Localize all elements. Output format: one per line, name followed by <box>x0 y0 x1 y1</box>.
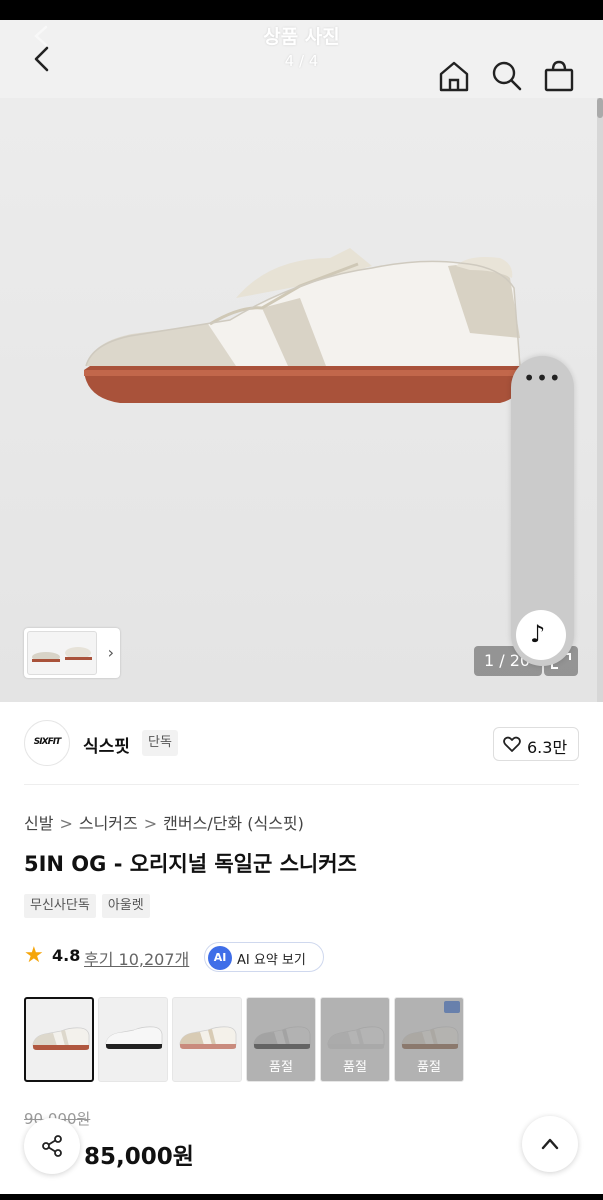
like-count: 6.3만 <box>527 738 568 757</box>
brand-row: SIXFIT 식스핏 단독 6.3만 <box>0 702 603 784</box>
chevron-right-icon: > <box>143 814 158 833</box>
breadcrumb-item[interactable]: 캔버스/단화 (식스핏) <box>163 814 304 833</box>
top-navigation-bar: 상품 사진 4 / 4 <box>0 20 603 98</box>
search-icon[interactable] <box>489 58 525 94</box>
product-image-gallery[interactable]: › 1 / 20 ••• ♪ <box>0 98 603 702</box>
scrollbar-track[interactable] <box>597 98 603 702</box>
music-button[interactable]: ♪ <box>516 610 566 660</box>
bottom-bar <box>0 1194 603 1200</box>
color-option[interactable]: 품절 <box>246 997 316 1082</box>
color-options: 품절 품절 품절 <box>24 997 464 1082</box>
page-title: 상품 사진 <box>263 26 340 48</box>
brand-exclusive-tag: 단독 <box>142 730 178 756</box>
brand-logo-text: SIXFIT <box>33 737 61 747</box>
tag-outlet: 아울렛 <box>101 894 150 918</box>
music-note-icon: ♪ <box>530 620 546 648</box>
more-icon[interactable]: ••• <box>511 366 574 390</box>
bag-icon[interactable] <box>541 58 577 94</box>
share-button[interactable] <box>24 1118 80 1174</box>
sold-out-label: 품절 <box>343 1060 367 1075</box>
sale-price: 85,000원 <box>84 1144 194 1170</box>
like-button[interactable]: 6.3만 <box>493 727 579 761</box>
chevron-up-icon <box>541 1138 559 1150</box>
thumbnail-strip[interactable]: › <box>24 628 120 678</box>
tag-exclusive: 무신사단독 <box>24 894 96 918</box>
breadcrumb-item[interactable]: 신발 <box>24 814 53 833</box>
rating-value: 4.8 <box>52 946 81 965</box>
chevron-right-icon: > <box>59 814 73 833</box>
sold-out-label: 품절 <box>417 1060 441 1075</box>
product-tags: 무신사단독 아울렛 <box>24 894 150 918</box>
rating-row: ★ 4.8 후기 10,207개 AI AI 요약 보기 <box>24 942 584 972</box>
chevron-right-icon[interactable]: › <box>108 643 114 662</box>
ai-summary-button[interactable]: AI AI 요약 보기 <box>204 942 324 972</box>
sold-out-label: 품절 <box>269 1060 293 1075</box>
review-count-link[interactable]: 후기 10,207개 <box>84 946 189 970</box>
color-option[interactable] <box>172 997 242 1082</box>
scrollbar-thumb[interactable] <box>597 98 603 118</box>
breadcrumb-item[interactable]: 스니커즈 <box>79 814 138 833</box>
product-title: 5IN OG - 오리지널 독일군 스니커즈 <box>24 852 357 876</box>
brand-name[interactable]: 식스핏 <box>83 732 130 757</box>
brand-logo[interactable]: SIXFIT <box>24 720 70 766</box>
divider <box>24 784 579 785</box>
breadcrumb: 신발 > 스니커즈 > 캔버스/단화 (식스핏) <box>24 810 304 834</box>
color-option[interactable]: 품절 <box>320 997 390 1082</box>
star-icon: ★ <box>24 943 44 968</box>
status-bar <box>0 0 603 20</box>
color-option[interactable]: 품절 <box>394 997 464 1082</box>
ai-badge-icon: AI <box>208 946 232 970</box>
ai-summary-label: AI 요약 보기 <box>237 953 306 968</box>
scroll-to-top-button[interactable] <box>522 1116 578 1172</box>
share-icon <box>42 1135 62 1157</box>
color-option[interactable] <box>24 997 94 1082</box>
back-icon[interactable] <box>26 42 60 76</box>
thumbnail-image[interactable] <box>27 631 97 675</box>
home-icon[interactable] <box>436 58 472 94</box>
color-option[interactable] <box>98 997 168 1082</box>
heart-icon <box>503 736 521 752</box>
